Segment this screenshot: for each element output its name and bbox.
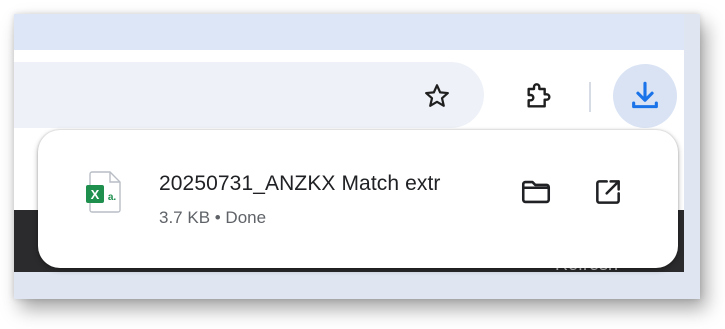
address-bar[interactable] [14,62,484,128]
download-icon [632,81,658,109]
excel-x-glyph: X [91,187,100,202]
excel-sub-glyph: a. [108,192,117,203]
open-file-button[interactable] [588,172,628,212]
toolbar-divider [589,82,591,112]
star-icon [425,84,449,107]
folder-icon [521,180,551,204]
downloads-button[interactable] [613,64,677,128]
download-item[interactable]: X a. 20250731_ANZKX Match extr 3.7 KB • … [38,130,678,268]
download-status: 3.7 KB • Done [159,208,267,227]
extensions-button[interactable] [520,79,556,115]
show-in-folder-button[interactable] [516,172,556,212]
download-file-name[interactable]: 20250731_ANZKX Match extr [159,172,493,200]
puzzle-icon [527,83,551,108]
download-bubble: X a. 20250731_ANZKX Match extr 3.7 KB • … [38,130,678,268]
open-external-icon [596,180,620,204]
excel-file-icon: X a. [86,171,121,213]
tab-strip [14,14,684,50]
bookmark-star-button[interactable] [420,79,454,113]
